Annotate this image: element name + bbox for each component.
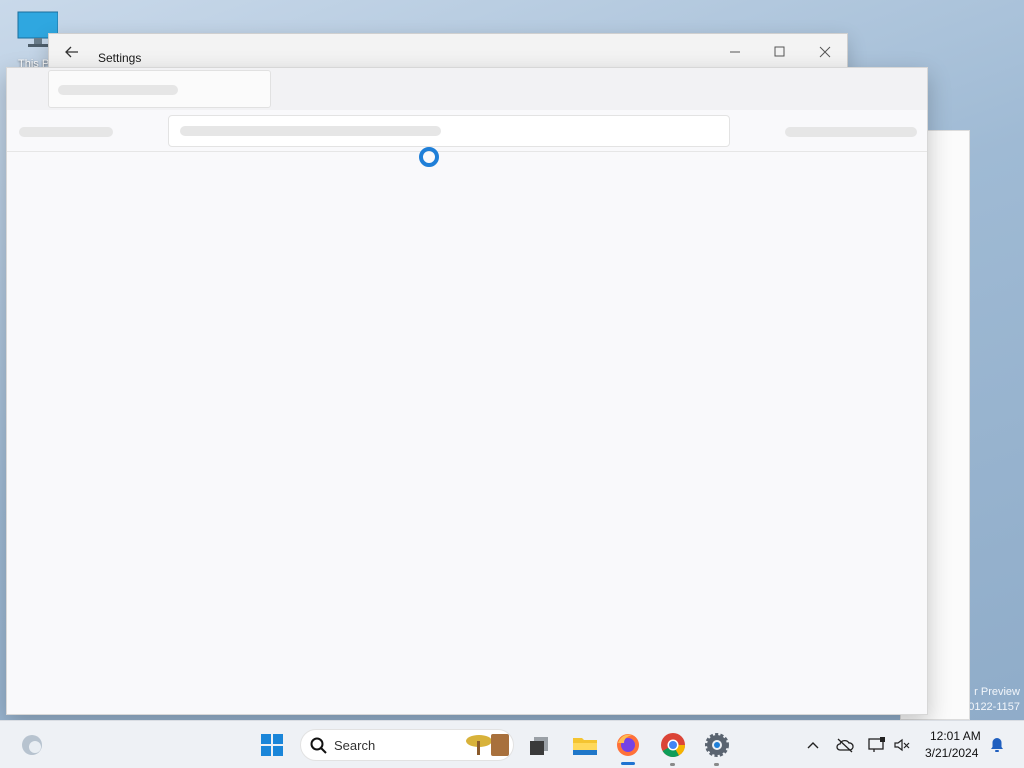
skeleton-bar [19,127,113,137]
loading-overlay-window [6,67,928,715]
volume-muted-icon [894,738,910,752]
firefox-icon [617,734,639,756]
notifications-button[interactable] [987,735,1007,755]
task-view-button[interactable] [526,731,554,759]
clock-date[interactable]: 3/21/2024 [925,746,978,760]
active-app-indicator [621,762,635,765]
back-button[interactable] [61,42,83,62]
firefox-button[interactable] [614,731,642,759]
running-app-indicator [670,763,675,766]
gear-icon [705,733,729,757]
skeleton-toolbar [7,110,927,152]
start-button[interactable] [258,731,286,759]
chevron-up-icon [807,742,819,749]
skeleton-bar [58,85,178,95]
folder-icon [573,738,597,755]
build-watermark-line2: 0122-1157 [968,701,1020,713]
weather-icon [22,735,42,755]
window-title: Settings [98,51,142,65]
search-highlight-icon [466,734,509,756]
skeleton-bar [785,127,917,137]
settings-button[interactable] [703,731,731,759]
minimize-icon [730,51,740,53]
maximize-icon [774,46,785,57]
skeleton-tab [48,70,271,108]
search-placeholder: Search [334,738,376,753]
running-app-indicator [714,763,719,766]
maximize-button[interactable] [761,40,797,64]
network-button[interactable] [867,735,887,755]
chrome-icon [661,733,685,758]
bell-icon [991,738,1003,752]
taskbar: Search 12:01 AM 3/21/2024 [0,720,1024,768]
title-bar[interactable]: Settings [49,34,847,68]
back-arrow-icon [65,46,78,58]
task-view-icon [530,737,548,755]
file-explorer-button[interactable] [571,731,599,759]
search-icon [310,737,327,754]
network-icon [868,737,885,752]
show-hidden-icons-button[interactable] [803,735,823,755]
widgets-button[interactable] [18,731,46,759]
chrome-button[interactable] [659,731,687,759]
cloud-offline-icon [836,738,854,753]
skeleton-tab-strip [7,68,927,110]
build-watermark-line1: r Preview [974,686,1020,698]
close-icon [819,46,831,58]
onedrive-button[interactable] [835,735,855,755]
close-button[interactable] [807,40,843,64]
loading-spinner-icon [419,147,439,167]
volume-button[interactable] [892,735,912,755]
clock-time[interactable]: 12:01 AM [930,729,981,743]
windows-start-icon [261,734,283,756]
skeleton-bar [180,126,441,136]
minimize-button[interactable] [717,40,753,64]
skeleton-address-bar [168,115,730,147]
taskbar-search[interactable]: Search [300,729,514,761]
